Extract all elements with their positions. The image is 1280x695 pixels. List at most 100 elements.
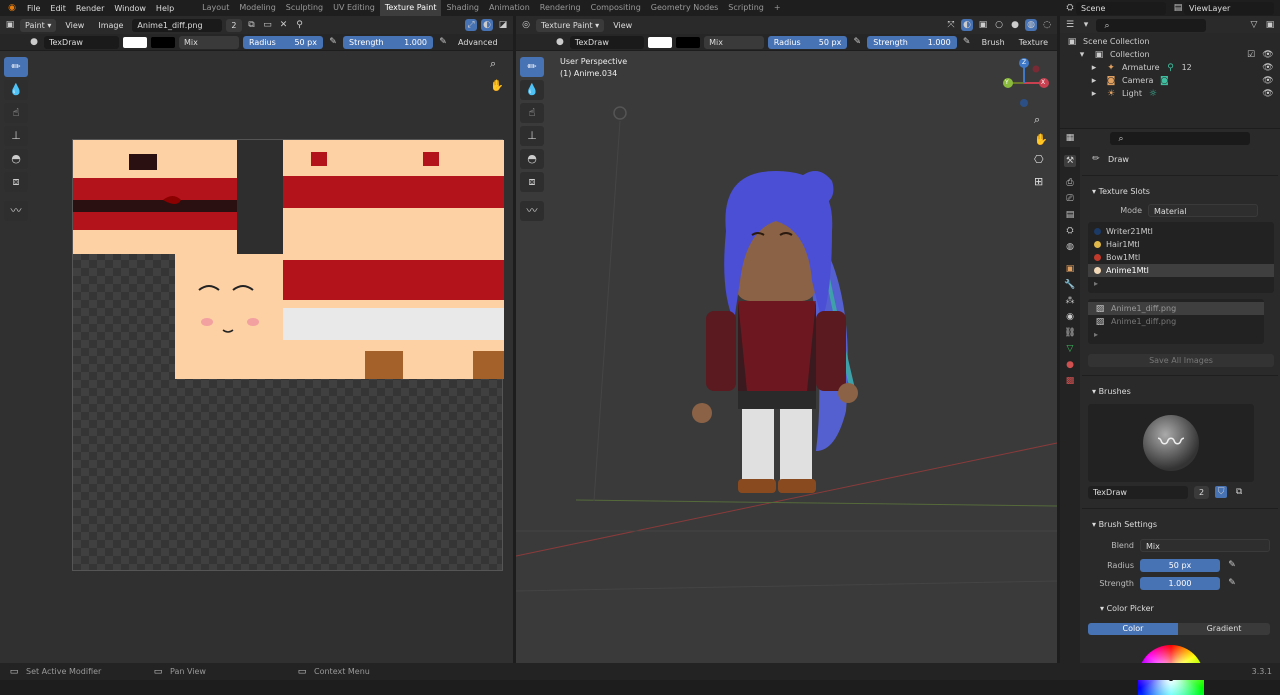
brush-radius-pressure-icon[interactable]: ✎ [1226, 559, 1238, 571]
mode-dropdown[interactable]: Material [1148, 203, 1258, 217]
viewport-secondary-color[interactable] [676, 36, 701, 48]
viewport-fill-tool-icon[interactable]: ◓ [520, 149, 544, 169]
duplicate-brush-icon[interactable]: ⧉ [1233, 486, 1245, 498]
display-channels-icon[interactable]: ◪ [497, 19, 509, 31]
shading-material-icon[interactable]: ◍ [1025, 19, 1037, 31]
brush-selector[interactable]: TexDraw [44, 35, 119, 49]
advanced-menu[interactable]: Advanced [453, 38, 503, 47]
shading-solid-icon[interactable]: ● [1009, 19, 1021, 31]
outliner-display-icon[interactable]: ▾ [1080, 19, 1092, 31]
annotate-tool-icon[interactable]: 〰 [4, 201, 28, 221]
viewport-brush-selector[interactable]: TexDraw [569, 35, 645, 49]
scene-selector[interactable]: Scene [1076, 1, 1166, 15]
editor-type-icon[interactable]: ▣ [4, 19, 16, 31]
primary-color-swatch[interactable] [123, 36, 147, 48]
brushes-header[interactable]: ▾ Brushes [1082, 384, 1278, 400]
xray-icon[interactable]: ▣ [977, 19, 989, 31]
menu-window[interactable]: Window [109, 4, 151, 13]
armature-visibility-icon[interactable]: 👁 [1262, 62, 1274, 74]
camera-view-icon[interactable]: ⎔ [1034, 153, 1044, 166]
outliner-collection[interactable]: ▾ ▣ Collection ☑ 👁 [1060, 48, 1280, 61]
collection-visibility-icon[interactable]: 👁 [1262, 49, 1274, 61]
strength-slider[interactable]: Strength 1.000 [343, 35, 433, 49]
new-collection-icon[interactable]: ▣ [1264, 19, 1276, 31]
viewport-draw-tool-icon[interactable]: ✏ [520, 57, 544, 77]
close-image-icon[interactable]: ✕ [278, 19, 290, 31]
viewport-mode-dropdown[interactable]: Texture Paint ▾ [536, 18, 605, 32]
menu-render[interactable]: Render [71, 4, 109, 13]
draw-tool-icon[interactable]: ✏ [4, 57, 28, 77]
constraints-tab-icon[interactable]: ⛓ [1064, 327, 1076, 339]
gradient-tab[interactable]: Gradient [1178, 623, 1270, 635]
image-view-menu[interactable]: View [60, 21, 89, 30]
outliner-camera[interactable]: ▸ ◙ Camera ◙ 👁 [1060, 74, 1280, 87]
tab-shading[interactable]: Shading [441, 0, 484, 16]
zoom-icon[interactable]: ⌕ [490, 57, 506, 73]
shading-wire-icon[interactable]: ○ [993, 19, 1005, 31]
shading-rendered-icon[interactable]: ◌ [1041, 19, 1053, 31]
data-tab-icon[interactable]: ▽ [1064, 343, 1076, 355]
tab-rendering[interactable]: Rendering [535, 0, 586, 16]
brush-preview[interactable]: 〰 [1088, 404, 1254, 482]
collection-checkbox-icon[interactable]: ☑ [1245, 49, 1257, 61]
viewport-annotate-tool-icon[interactable]: 〰 [520, 201, 544, 221]
material-tab-icon[interactable]: ● [1064, 359, 1076, 371]
paint-mode-dropdown[interactable]: Paint ▾ [20, 18, 57, 32]
blender-logo-icon[interactable]: ◉ [6, 2, 18, 14]
slot-item[interactable]: Anime1Mtl [1088, 264, 1274, 277]
outliner-scene-collection[interactable]: ▣ Scene Collection [1060, 35, 1280, 48]
camera-visibility-icon[interactable]: 👁 [1262, 75, 1274, 87]
filter-icon[interactable]: ▽ [1248, 19, 1260, 31]
brush-name-field[interactable]: TexDraw [1088, 485, 1188, 499]
strength-pressure-icon[interactable]: ✎ [437, 36, 449, 48]
expand-collection-icon[interactable]: ▾ [1076, 49, 1088, 61]
brush-strength-pressure-icon[interactable]: ✎ [1226, 577, 1238, 589]
modifier-tab-icon[interactable]: 🔧 [1064, 279, 1076, 291]
menu-file[interactable]: File [22, 4, 45, 13]
texture-menu[interactable]: Texture [1014, 38, 1053, 47]
tab-modeling[interactable]: Modeling [234, 0, 280, 16]
image-users-count[interactable]: 2 [226, 18, 242, 32]
image-list-grip[interactable]: ▸ [1088, 328, 1264, 341]
image-name-field[interactable]: Anime1_diff.png [132, 18, 223, 32]
outliner-light[interactable]: ▸ ☀ Light ☼ 👁 [1060, 87, 1280, 100]
object-tab-icon[interactable]: ▣ [1064, 263, 1076, 275]
viewport-blend-dropdown[interactable]: Mix [704, 35, 764, 49]
texture-tab-icon[interactable]: ▩ [1064, 375, 1076, 387]
expand-light-icon[interactable]: ▸ [1088, 88, 1100, 100]
radius-pressure-icon[interactable]: ✎ [327, 36, 339, 48]
outliner-armature[interactable]: ▸ ✦ Armature ⚲ 12 👁 [1060, 61, 1280, 74]
new-image-icon[interactable]: ⧉ [246, 19, 258, 31]
properties-search-field[interactable]: ⌕ [1110, 131, 1250, 145]
view-layer-selector[interactable]: ViewLayer [1184, 1, 1274, 15]
slot-item[interactable]: Writer21Mtl [1088, 225, 1274, 238]
outliner-editor-icon[interactable]: ☰ [1064, 19, 1076, 31]
open-image-icon[interactable]: ▭ [262, 19, 274, 31]
blend-mode-dropdown[interactable]: Mix [179, 35, 239, 49]
viewport-clone-tool-icon[interactable]: ⊥ [520, 126, 544, 146]
viewport-radius-slider[interactable]: Radius 50 px [767, 35, 848, 49]
expand-camera-icon[interactable]: ▸ [1088, 75, 1100, 87]
brush-users[interactable]: 2 [1194, 485, 1210, 499]
image-slot-item[interactable]: ▨ Anime1_diff.png [1088, 315, 1264, 328]
tab-scripting[interactable]: Scripting [723, 0, 769, 16]
tab-geometry-nodes[interactable]: Geometry Nodes [646, 0, 723, 16]
save-all-images-button[interactable]: Save All Images [1088, 354, 1274, 367]
viewport-strength-pressure-icon[interactable]: ✎ [961, 36, 973, 48]
texture-image[interactable] [72, 139, 504, 571]
brush-radius-slider[interactable]: 50 px [1140, 558, 1220, 572]
3d-viewport[interactable]: User Perspective (1) Anime.034 ✏ 💧 ☝ ⊥ ◓… [516, 51, 1057, 663]
viewport-zoom-icon[interactable]: ⌕ [1034, 113, 1040, 127]
brush-settings-header[interactable]: ▾ Brush Settings [1082, 517, 1278, 533]
menu-help[interactable]: Help [151, 4, 179, 13]
viewport-view-menu[interactable]: View [608, 21, 637, 30]
world-tab-icon[interactable]: ◍ [1064, 241, 1076, 253]
viewport-smear-tool-icon[interactable]: ☝ [520, 103, 544, 123]
viewport-editor-type-icon[interactable]: ◎ [520, 19, 532, 31]
viewport-strength-slider[interactable]: Strength 1.000 [867, 35, 957, 49]
image-slot-item[interactable]: ▨ Anime1_diff.png [1088, 302, 1264, 315]
viewport-mask-tool-icon[interactable]: ⧈ [520, 172, 544, 192]
viewport-overlay-icon[interactable]: ◐ [961, 19, 973, 31]
slot-item[interactable]: Bow1Mtl [1088, 251, 1274, 264]
particles-tab-icon[interactable]: ⁂ [1064, 295, 1076, 307]
